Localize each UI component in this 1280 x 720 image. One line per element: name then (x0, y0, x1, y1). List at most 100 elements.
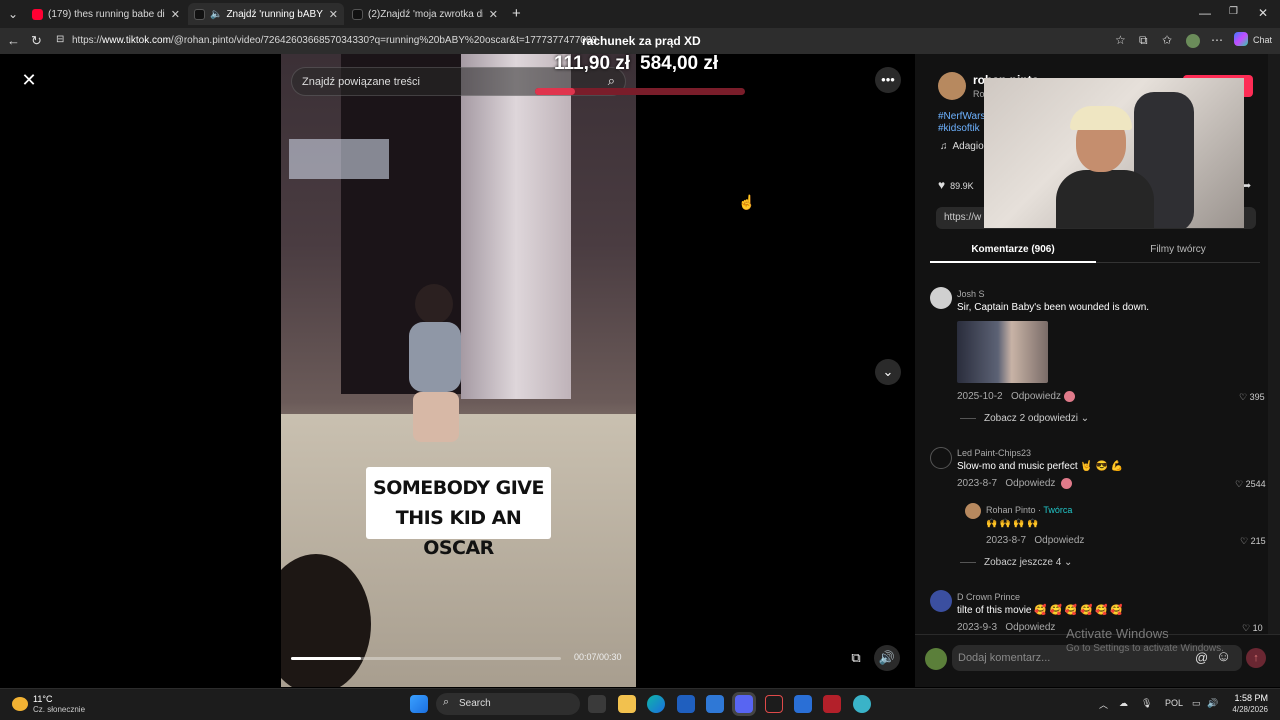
volume-icon[interactable]: 🔊 (874, 645, 900, 671)
restore-button[interactable]: ❐ (1229, 6, 1238, 17)
author-avatar[interactable] (938, 72, 966, 100)
close-video-icon[interactable]: ✕ (17, 68, 41, 92)
speaker-icon[interactable]: 🔈 (210, 9, 222, 20)
profile-avatar[interactable] (1186, 34, 1200, 48)
comment-like-button[interactable]: ♡ 395 (1239, 392, 1265, 403)
favorites-icon[interactable]: ✩ (1162, 33, 1172, 47)
youtube-icon (32, 8, 43, 20)
video-scene-wall (461, 54, 571, 399)
reply-link[interactable]: Odpowiedz (1005, 622, 1055, 633)
comment-avatar[interactable] (930, 590, 952, 612)
task-view-icon[interactable] (588, 695, 606, 713)
hashtag-link[interactable]: #NerfWars (938, 111, 985, 123)
back-icon[interactable]: ← (7, 33, 20, 48)
streamer-webcam (984, 78, 1244, 228)
hashtag-link[interactable]: #kidsoftik (938, 123, 985, 135)
favorite-star-icon[interactable]: ☆ (1115, 33, 1126, 47)
music-info[interactable]: ♫ Adagio (940, 141, 984, 152)
app-globe-icon[interactable] (853, 695, 871, 713)
view-replies-link[interactable]: Zobacz 2 odpowiedzi ⌄ (960, 413, 1089, 424)
comment-avatar[interactable] (930, 447, 952, 469)
chat-button[interactable]: Chat (1253, 35, 1272, 45)
language-indicator[interactable]: POL (1165, 698, 1183, 708)
tray-overflow-icon[interactable]: ︿ (1099, 698, 1108, 711)
video-player[interactable]: SOMEBODY GIVE THIS KID AN OSCAR 00:07/00… (281, 54, 636, 687)
comment-like-count: 10 (1252, 623, 1263, 633)
comment-avatar[interactable] (930, 287, 952, 309)
reply-link[interactable]: Odpowiedz (1005, 478, 1055, 489)
comment-like-button[interactable]: ♡ 2544 (1235, 479, 1266, 490)
video-progress-bar[interactable] (291, 657, 561, 660)
tab-creator-videos[interactable]: Filmy twórcy (1096, 244, 1260, 255)
file-explorer-icon[interactable] (618, 695, 636, 713)
comment-username[interactable]: Led Paint-Chips23 (957, 448, 1031, 458)
donation-progress-bar (535, 88, 745, 95)
discord-icon[interactable] (735, 695, 753, 713)
adobe-icon[interactable] (823, 695, 841, 713)
comment-like-button[interactable]: ♡ 10 (1242, 623, 1263, 634)
taskbar-search[interactable]: ⌕ Search (436, 693, 580, 715)
taskbar-date[interactable]: 4/28/2026 (1219, 705, 1268, 714)
display-icon[interactable]: ▭ (1192, 698, 1201, 709)
reload-icon[interactable]: ↻ (31, 33, 42, 49)
start-menu-icon[interactable] (410, 695, 428, 713)
video-kid-head (415, 284, 453, 324)
outlook-icon[interactable] (706, 695, 724, 713)
weather-sun-icon[interactable] (12, 697, 28, 711)
more-menu-icon[interactable]: ⋯ (1211, 33, 1223, 47)
comment-username[interactable]: Josh S (957, 289, 985, 299)
site-info-icon[interactable]: ⊟ (56, 34, 64, 45)
minimize-button[interactable]: — (1199, 6, 1211, 20)
url-field[interactable]: https://www.tiktok.com/@rohan.pinto/vide… (72, 35, 597, 46)
comment-meta: 2023-9-3 Odpowiedz (957, 622, 1055, 633)
new-tab-button[interactable]: + (512, 5, 521, 22)
app-a-icon[interactable] (765, 695, 783, 713)
comment-tabs: Komentarze (906) Filmy twórcy (930, 240, 1260, 263)
current-user-avatar (925, 648, 947, 670)
weather-temperature[interactable]: 11°C (33, 694, 52, 704)
app-mdl-icon[interactable] (794, 695, 812, 713)
close-window-button[interactable]: ✕ (1258, 6, 1268, 20)
close-tab-icon[interactable]: ✕ (489, 8, 498, 21)
like-button[interactable]: ♥ 89.9K (938, 178, 974, 192)
more-options-icon[interactable]: ••• (875, 67, 901, 93)
close-tab-icon[interactable]: ✕ (329, 8, 338, 21)
reply-meta: 2023-8-7 Odpowiedz (986, 535, 1084, 546)
tab-youtube[interactable]: (179) thes running babe diserve oscar ✕ (26, 3, 186, 25)
reply-like-button[interactable]: ♡ 215 (1240, 536, 1266, 547)
view-more-replies-link[interactable]: Zobacz jeszcze 4 ⌄ (960, 557, 1072, 568)
video-progress-fill (291, 657, 362, 660)
comment-username[interactable]: D Crown Prince (957, 592, 1020, 602)
send-comment-button[interactable]: ↑ (1246, 648, 1266, 668)
reply-link[interactable]: Odpowiedz (1034, 535, 1084, 546)
search-icon[interactable]: ⌕ (608, 73, 615, 89)
panel-scrollbar[interactable] (1268, 54, 1280, 634)
video-scene-shelf (289, 139, 389, 179)
store-icon[interactable] (677, 695, 695, 713)
next-video-chevron-down-icon[interactable]: ⌄ (875, 359, 901, 385)
url-host: www.tiktok.com (102, 35, 171, 46)
network-cloud-icon[interactable]: ☁ (1119, 698, 1128, 709)
tab-tiktok-2[interactable]: (2)Znajdź 'moja zwrotka diss na rap' ✕ (346, 3, 504, 25)
comment-date: 2025-10-2 (957, 391, 1003, 402)
extensions-icon[interactable]: ⧉ (1139, 33, 1148, 48)
reply-username[interactable]: Rohan Pinto · Twórca (986, 505, 1072, 515)
tab-list-icon[interactable]: ⌄ (8, 7, 18, 21)
tab-label: (2)Znajdź 'moja zwrotka diss na rap' (368, 8, 483, 20)
close-tab-icon[interactable]: ✕ (171, 8, 180, 21)
reply-link[interactable]: Odpowiedz (1011, 391, 1061, 402)
copilot-icon[interactable] (1234, 32, 1248, 46)
tab-tiktok-active[interactable]: 🔈 Znajdź 'running bABY oscar' na TikTok … (188, 3, 344, 25)
reply-avatar[interactable] (965, 503, 981, 519)
volume-tray-icon[interactable]: 🔊 (1207, 698, 1218, 709)
comment-meme-image[interactable] (957, 321, 1048, 383)
edge-browser-icon[interactable] (647, 695, 665, 713)
stream-overlay-title: rachunek za prąd XD (582, 34, 701, 48)
taskbar-time[interactable]: 1:58 PM (1223, 693, 1268, 703)
video-kid-body (409, 322, 461, 392)
activate-windows-subtitle: Go to Settings to activate Windows. (1066, 643, 1224, 654)
tab-comments[interactable]: Komentarze (906) (930, 244, 1096, 255)
caption-line-1: SOMEBODY GIVE (373, 477, 544, 499)
microphone-icon[interactable]: 🎙 (1141, 698, 1152, 709)
pip-icon[interactable]: ⧉ (843, 645, 869, 671)
